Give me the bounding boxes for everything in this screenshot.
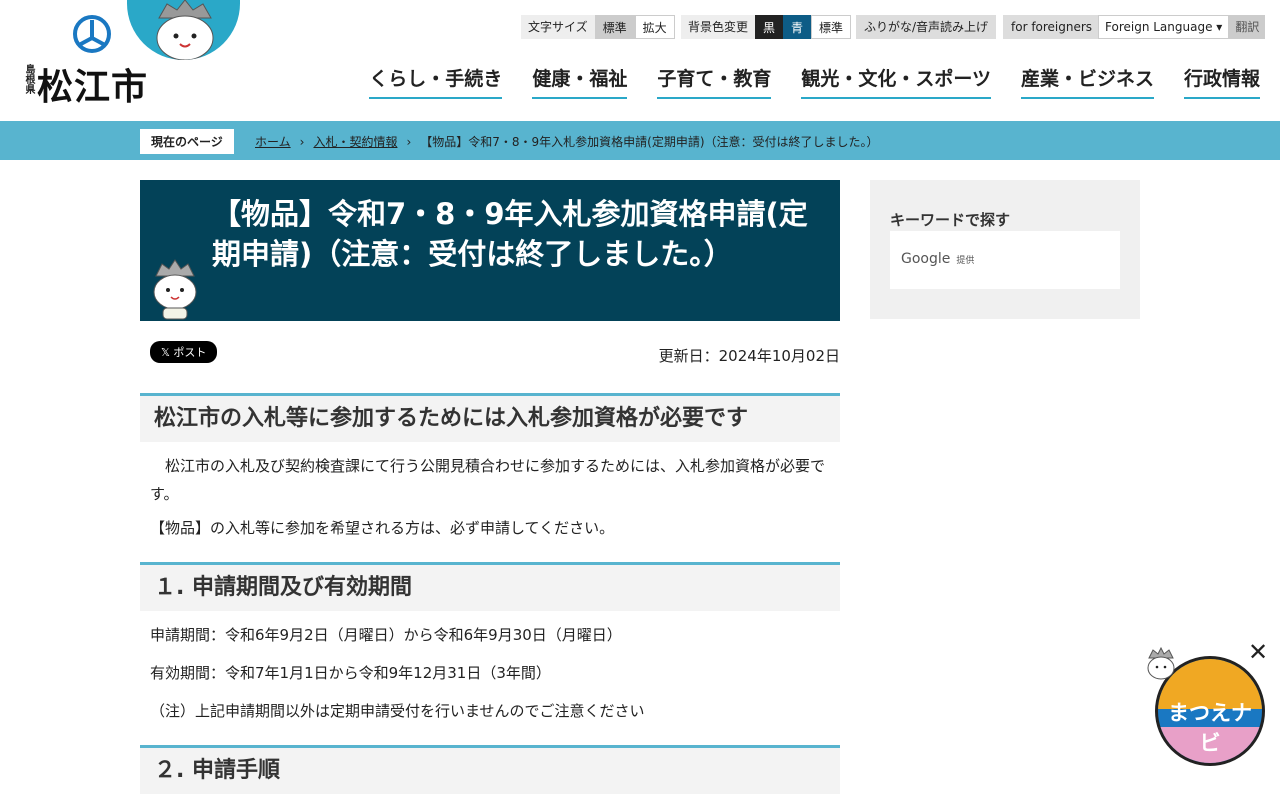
breadcrumb-trail: ホーム › 入札・契約情報 › 【物品】令和7・8・9年入札参加資格申請(定期申請)（注… bbox=[255, 133, 879, 150]
chevron-down-icon: ▾ bbox=[1216, 20, 1223, 34]
foreign-language-label: Foreign Language bbox=[1105, 20, 1213, 34]
logo-prefecture: 島根県 bbox=[23, 64, 34, 94]
bg-standard-button[interactable]: 標準 bbox=[811, 15, 852, 39]
mascot-icon bbox=[153, 259, 197, 320]
google-label: Google bbox=[901, 251, 951, 267]
nav-item-tourism[interactable]: 観光・文化・スポーツ bbox=[801, 64, 991, 99]
nav-item-living[interactable]: くらし・手続き bbox=[369, 64, 503, 99]
site-header: 島根県 松江市 文字サイズ 標準 拡大 背景色変更 黒 青 標準 ふりがな/音声… bbox=[0, 0, 1280, 121]
nav-item-business[interactable]: 産業・ビジネス bbox=[1020, 64, 1154, 99]
section-paragraph: 【物品】の入札等に参加を希望される方は、必ず申請してください。 bbox=[150, 519, 615, 537]
logo-city-name: 松江市 bbox=[37, 67, 149, 108]
font-size-large-button[interactable]: 拡大 bbox=[634, 15, 675, 39]
section-heading-period: １. 申請期間及び有効期間 bbox=[140, 562, 840, 611]
google-branding: Google 提供 bbox=[901, 251, 974, 267]
section-paragraph: 申請期間：令和6年9月2日（月曜日）から令和6年9月30日（月曜日） bbox=[150, 626, 622, 644]
breadcrumb-separator-icon: › bbox=[299, 135, 305, 149]
updated-date: 更新日：2024年10月02日 bbox=[658, 347, 840, 365]
nav-item-administration[interactable]: 行政情報 bbox=[1183, 64, 1260, 99]
search-input[interactable]: Google 提供 bbox=[890, 231, 1120, 289]
nav-item-childcare[interactable]: 子育て・教育 bbox=[657, 64, 772, 99]
city-emblem-icon bbox=[73, 15, 111, 53]
mascot-icon bbox=[1147, 646, 1175, 680]
section-heading-qualification: 松江市の入札等に参加するためには入札参加資格が必要です bbox=[140, 393, 840, 442]
foreigners-control: for foreigners bbox=[1003, 15, 1101, 39]
section-heading-procedure: ２. 申請手順 bbox=[140, 745, 840, 794]
global-nav: くらし・手続き 健康・福祉 子育て・教育 観光・文化・スポーツ 産業・ビジネス … bbox=[369, 64, 1260, 99]
main-content: 【物品】令和7・8・9年入札参加資格申請(定期申請)（注意：受付は終了しました。… bbox=[140, 180, 840, 794]
font-size-label: 文字サイズ bbox=[521, 15, 595, 39]
matsue-navi-widget: ✕ まつえナビ bbox=[1145, 638, 1275, 768]
page-title-block: 【物品】令和7・8・9年入札参加資格申請(定期申請)（注意：受付は終了しました。… bbox=[140, 180, 840, 321]
language-controls: Foreign Language ▾ 翻訳 bbox=[1098, 15, 1266, 39]
foreign-language-select[interactable]: Foreign Language ▾ bbox=[1098, 15, 1230, 39]
bg-blue-button[interactable]: 青 bbox=[783, 15, 812, 39]
breadcrumb-home-link[interactable]: ホーム bbox=[255, 135, 291, 149]
bg-black-button[interactable]: 黒 bbox=[755, 15, 784, 39]
furigana-control: ふりがな/音声読み上げ bbox=[856, 15, 997, 39]
bg-color-label: 背景色変更 bbox=[681, 15, 756, 39]
breadcrumb: 現在のページ ホーム › 入札・契約情報 › 【物品】令和7・8・9年入札参加資格申請(… bbox=[0, 121, 1280, 160]
matsue-navi-label: まつえナビ bbox=[1168, 701, 1252, 755]
for-foreigners-button[interactable]: for foreigners bbox=[1003, 15, 1101, 39]
site-logo[interactable]: 島根県 松江市 bbox=[20, 14, 150, 108]
breadcrumb-bidding-link[interactable]: 入札・契約情報 bbox=[313, 135, 397, 149]
breadcrumb-current-page: 【物品】令和7・8・9年入札参加資格申請(定期申請)（注意：受付は終了しました。… bbox=[420, 135, 879, 149]
page-title: 【物品】令和7・8・9年入札参加資格申請(定期申請)（注意：受付は終了しました。… bbox=[212, 197, 808, 271]
section-paragraph: 松江市の入札及び契約検査課にて行う公開見積合わせに参加するためには、入札参加資格… bbox=[150, 457, 826, 503]
section-paragraph: （注）上記申請期間以外は定期申請受付を行いませんのでご注意ください bbox=[150, 702, 645, 720]
x-post-button[interactable]: 𝕏 ポスト bbox=[150, 341, 218, 363]
nav-item-health[interactable]: 健康・福祉 bbox=[532, 64, 628, 99]
sidebar-search: キーワードで探す Google 提供 bbox=[870, 180, 1140, 319]
page-meta: 𝕏 ポスト 更新日：2024年10月02日 bbox=[140, 321, 840, 393]
breadcrumb-current-label: 現在のページ bbox=[140, 129, 234, 154]
keyword-search-title: キーワードで探す bbox=[890, 211, 1011, 229]
breadcrumb-separator-icon: › bbox=[406, 135, 412, 149]
font-size-normal-button[interactable]: 標準 bbox=[594, 15, 635, 39]
font-size-controls: 文字サイズ 標準 拡大 bbox=[521, 15, 675, 39]
translate-button[interactable]: 翻訳 bbox=[1229, 15, 1266, 39]
background-color-controls: 背景色変更 黒 青 標準 bbox=[681, 15, 852, 39]
furigana-button[interactable]: ふりがな/音声読み上げ bbox=[856, 15, 997, 39]
google-provided-label: 提供 bbox=[956, 256, 975, 266]
section-paragraph: 有効期間：令和7年1月1日から令和9年12月31日（3年間） bbox=[150, 664, 551, 682]
